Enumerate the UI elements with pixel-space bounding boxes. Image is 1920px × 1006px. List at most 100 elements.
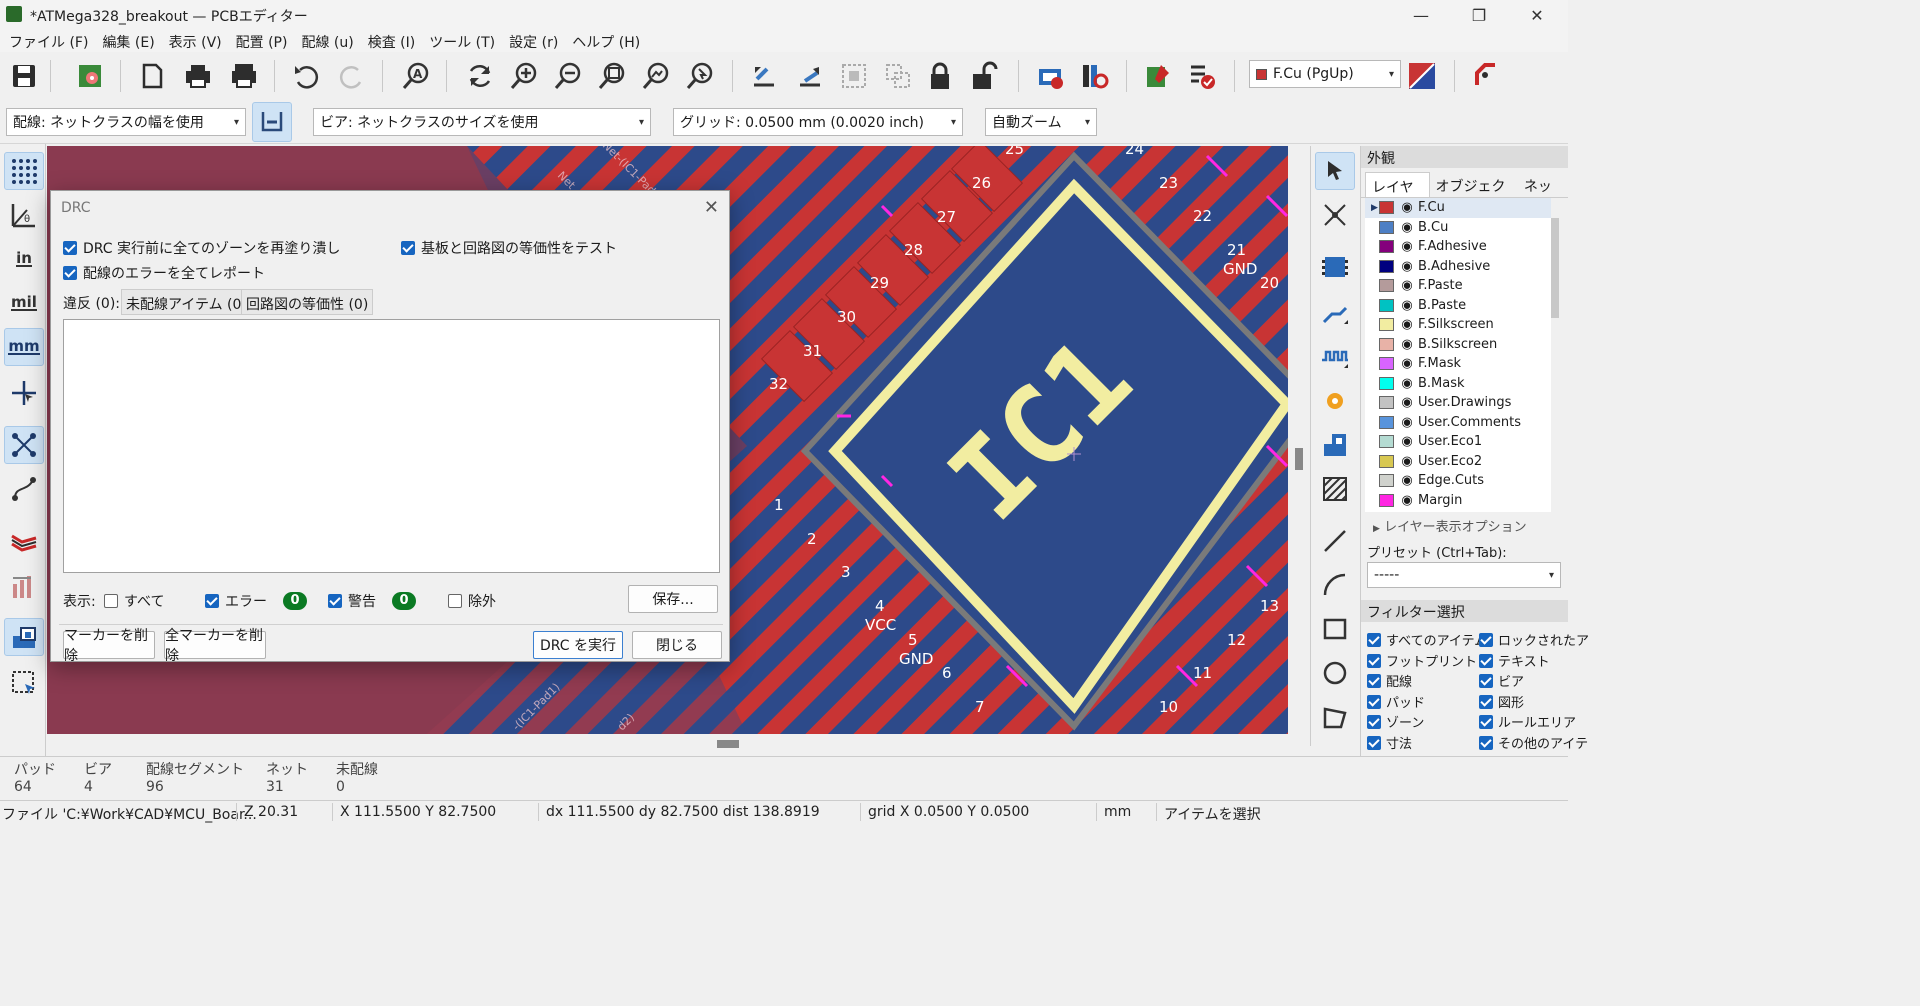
filter-other-items[interactable]: その他のアイテ	[1479, 733, 1588, 752]
zoom-out-button[interactable]	[550, 58, 586, 94]
show-warnings-option[interactable]: 警告 0	[328, 591, 416, 611]
layer-color-swatch[interactable]	[1379, 279, 1394, 293]
unlock-button[interactable]	[966, 58, 1002, 94]
zoom-selection-button[interactable]	[682, 58, 718, 94]
tab-nets[interactable]: ネット	[1518, 172, 1568, 215]
menu-help[interactable]: ヘルプ (H)	[565, 30, 647, 52]
eye-icon[interactable]: ◉	[1400, 376, 1414, 391]
redraw-button[interactable]	[462, 58, 498, 94]
checkbox-checked[interactable]	[1367, 694, 1381, 709]
checkbox-unchecked[interactable]	[448, 594, 462, 608]
layer-row-user-drawings[interactable]: ◉ User.Drawings	[1365, 393, 1545, 413]
drc-button[interactable]	[1184, 58, 1220, 94]
filter-rule-areas[interactable]: ルールエリア	[1479, 712, 1576, 731]
draw-arc-button[interactable]	[1315, 566, 1355, 604]
eye-icon[interactable]: ◉	[1400, 337, 1414, 352]
rotate-ccw-button[interactable]	[746, 58, 782, 94]
layer-color-swatch[interactable]	[1379, 318, 1394, 332]
layer-color-swatch[interactable]	[1379, 435, 1394, 449]
layer-row-badhesive[interactable]: ◉ B.Adhesive	[1365, 257, 1545, 277]
eye-icon[interactable]: ◉	[1400, 278, 1414, 293]
filter-pads[interactable]: パッド	[1367, 692, 1425, 711]
menu-view[interactable]: 表示 (V)	[162, 30, 229, 52]
units-inch-button[interactable]: in	[4, 240, 44, 278]
grid-select[interactable]: グリッド: 0.0500 mm (0.0020 inch) ▾	[673, 108, 963, 136]
board-setup-button[interactable]	[72, 58, 108, 94]
checkbox-checked[interactable]	[63, 241, 77, 255]
add-rule-area-button[interactable]	[1315, 470, 1355, 508]
lock-button[interactable]	[922, 58, 958, 94]
layer-row-user-eco1[interactable]: ◉ User.Eco1	[1365, 432, 1545, 452]
mirror-button[interactable]	[836, 58, 872, 94]
save-button[interactable]	[6, 58, 42, 94]
eye-icon[interactable]: ◉	[1400, 317, 1414, 332]
tab-violations[interactable]: 違反 (0):	[59, 289, 124, 315]
show-excluded-option[interactable]: 除外	[448, 591, 496, 611]
zoom-select[interactable]: 自動ズーム ▾	[985, 108, 1097, 136]
high-contrast-button[interactable]	[4, 618, 44, 656]
checkbox-checked[interactable]	[1479, 632, 1493, 647]
checkbox-checked[interactable]	[1367, 653, 1381, 668]
checkbox-checked[interactable]	[1479, 673, 1493, 688]
layer-color-swatch[interactable]	[1379, 493, 1394, 507]
layer-row-user-eco2[interactable]: ◉ User.Eco2	[1365, 452, 1545, 472]
select-area-button[interactable]	[4, 664, 44, 702]
layer-row-fcu[interactable]: ▶ ◉ F.Cu	[1365, 198, 1551, 218]
draw-polygon-button[interactable]	[1315, 698, 1355, 736]
layer-pair-button[interactable]	[1404, 58, 1440, 94]
layer-color-swatch[interactable]	[1379, 220, 1394, 234]
eye-icon[interactable]: ◉	[1400, 200, 1414, 215]
layer-row-fmask[interactable]: ◉ F.Mask	[1365, 354, 1545, 374]
checkbox-checked[interactable]	[63, 266, 77, 280]
layer-color-swatch[interactable]	[1379, 357, 1394, 371]
horizontal-scrollbar[interactable]	[47, 734, 1288, 754]
checkbox-checked[interactable]	[328, 594, 342, 608]
checkbox-unchecked[interactable]	[104, 594, 118, 608]
tune-length-button[interactable]	[1315, 338, 1355, 376]
route-track-button[interactable]	[1315, 294, 1355, 332]
drc-close-icon[interactable]: ✕	[704, 197, 719, 218]
eye-icon[interactable]: ◉	[1400, 454, 1414, 469]
local-ratsnest-button[interactable]	[1315, 196, 1355, 234]
show-all-option[interactable]: すべて	[104, 591, 164, 611]
layer-color-swatch[interactable]	[1379, 474, 1394, 488]
checkbox-checked[interactable]	[1479, 694, 1493, 709]
add-via-button[interactable]	[1315, 382, 1355, 420]
eye-icon[interactable]: ◉	[1400, 259, 1414, 274]
show-ratsnest-button[interactable]	[4, 426, 44, 464]
layer-color-swatch[interactable]	[1379, 298, 1394, 312]
layer-row-fadhesive[interactable]: ◉ F.Adhesive	[1365, 237, 1545, 257]
toggle-grid-button[interactable]	[4, 152, 44, 190]
delete-all-markers-button[interactable]: 全マーカーを削除	[164, 628, 266, 664]
layer-color-swatch[interactable]	[1379, 376, 1394, 390]
filter-zones[interactable]: ゾーン	[1367, 712, 1424, 731]
rotate-cw-button[interactable]	[792, 58, 828, 94]
eye-icon[interactable]: ◉	[1400, 395, 1414, 410]
horizontal-scroll-thumb[interactable]	[717, 740, 739, 748]
zone-display-button[interactable]	[4, 522, 44, 560]
close-window-button[interactable]: ✕	[1514, 2, 1560, 28]
checkbox-checked[interactable]	[1367, 632, 1381, 647]
units-mm-button[interactable]: mm	[4, 328, 44, 366]
tab-objects[interactable]: オブジェクト	[1430, 172, 1518, 215]
vertical-scrollbar[interactable]	[1290, 146, 1308, 734]
layer-row-edge-cuts[interactable]: ◉ Edge.Cuts	[1365, 471, 1545, 491]
find-button[interactable]: A	[398, 58, 434, 94]
run-drc-button[interactable]: DRC を実行	[533, 631, 623, 659]
filter-graphics[interactable]: 図形	[1479, 692, 1524, 711]
print-button[interactable]	[180, 58, 216, 94]
layer-color-swatch[interactable]	[1379, 240, 1394, 254]
curved-ratsnest-button[interactable]	[4, 470, 44, 508]
checkbox-checked[interactable]	[1479, 714, 1493, 729]
layer-row-bsilkscreen[interactable]: ◉ B.Silkscreen	[1365, 335, 1545, 355]
preset-select[interactable]: ----- ▾	[1367, 562, 1561, 588]
eye-icon[interactable]: ◉	[1400, 298, 1414, 313]
checkbox-checked[interactable]	[1367, 735, 1381, 750]
refill-zones-option[interactable]: DRC 実行前に全てのゾーンを再塗り潰し	[63, 238, 340, 258]
redo-button[interactable]	[334, 58, 370, 94]
via-size-select[interactable]: ビア: ネットクラスのサイズを使用 ▾	[313, 108, 651, 136]
report-all-errors-option[interactable]: 配線のエラーを全てレポート	[63, 263, 265, 283]
footprint-library-button[interactable]	[1076, 58, 1112, 94]
checkbox-checked[interactable]	[1479, 735, 1493, 750]
show-errors-option[interactable]: エラー 0	[205, 591, 307, 611]
